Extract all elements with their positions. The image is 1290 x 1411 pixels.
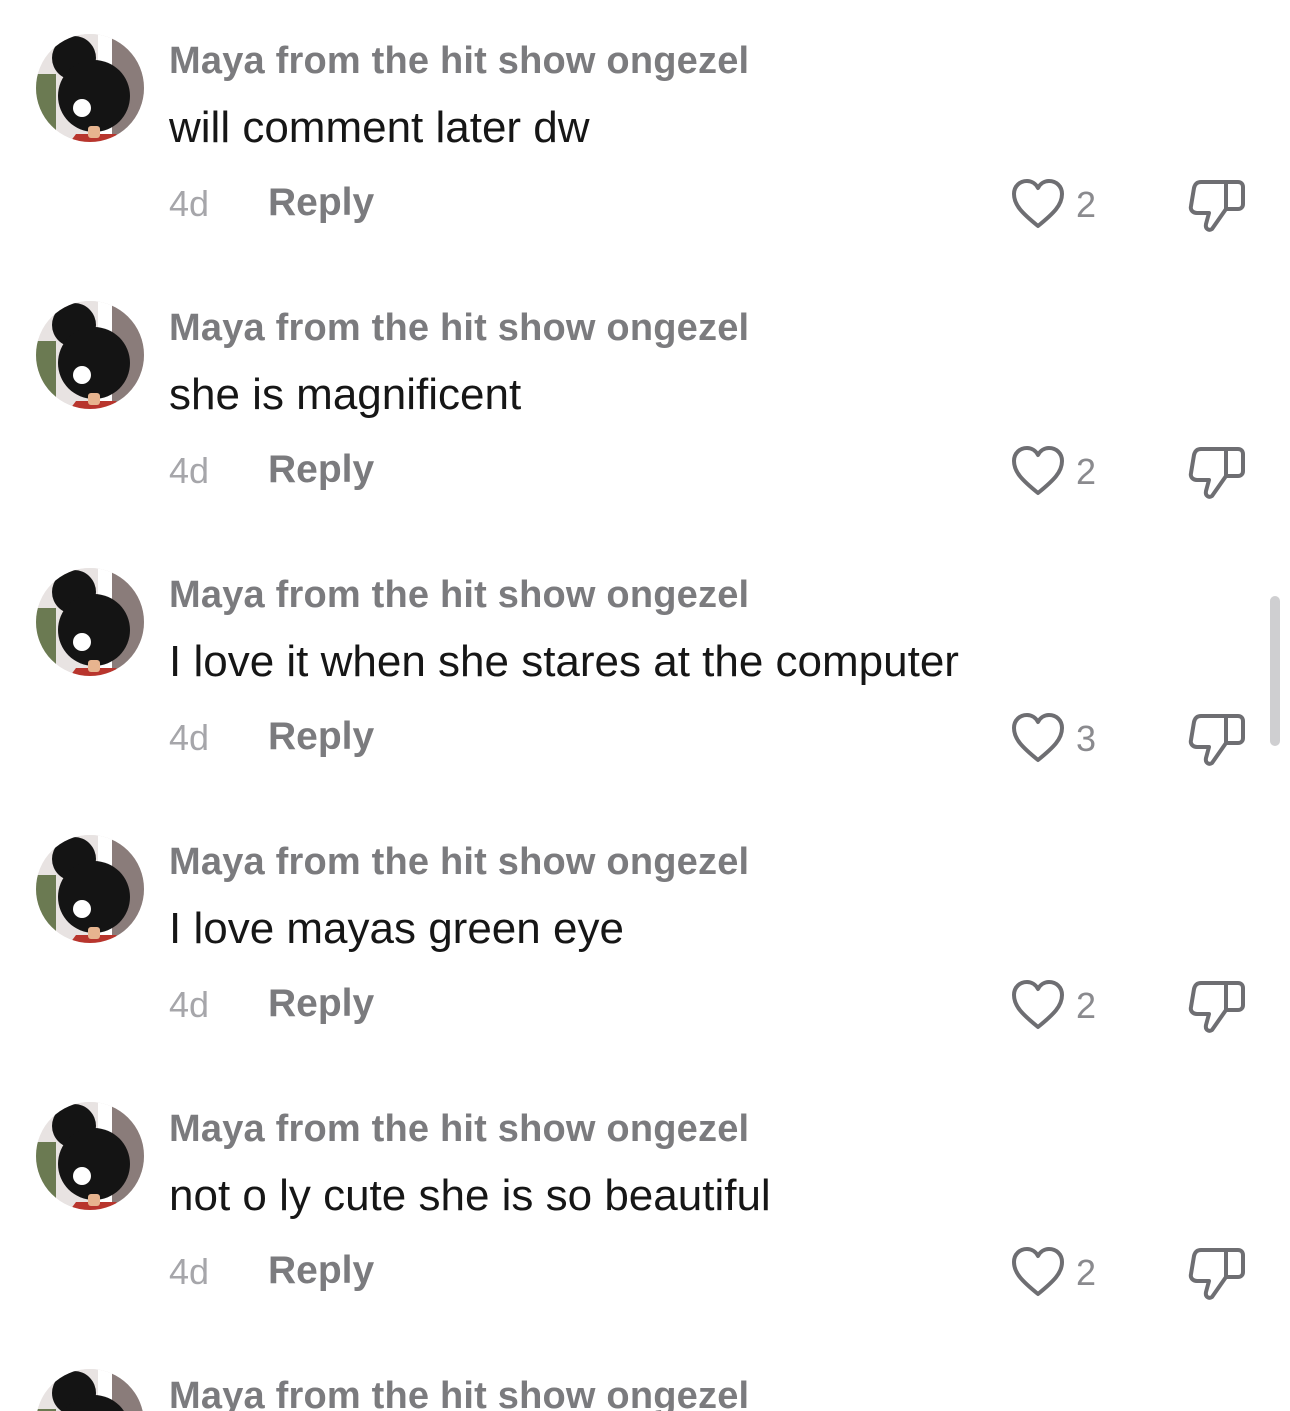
comment-item: Maya from the hit show ongezel not o ly …	[0, 1068, 1290, 1335]
avatar[interactable]	[36, 568, 144, 676]
avatar-image	[36, 1102, 144, 1210]
comment-item: Maya from the hit show ongezel will comm…	[0, 0, 1290, 267]
comment-timestamp: 4d	[169, 984, 210, 1025]
avatar[interactable]	[36, 835, 144, 943]
avatar-image	[36, 34, 144, 142]
comment-username[interactable]: Maya from the hit show ongezel	[169, 839, 749, 885]
reply-button[interactable]: Reply	[268, 180, 374, 226]
reply-button[interactable]: Reply	[268, 1248, 374, 1294]
like-button[interactable]	[1008, 977, 1068, 1033]
heart-outline-icon	[1012, 179, 1064, 228]
heart-outline-icon	[1012, 1247, 1064, 1296]
comment-timestamp: 4d	[169, 183, 210, 224]
avatar-image	[36, 835, 144, 943]
thumbs-down-outline-icon	[1188, 1248, 1245, 1300]
like-button[interactable]	[1008, 1244, 1068, 1300]
like-count: 2	[1076, 985, 1097, 1026]
dislike-button[interactable]	[1186, 975, 1248, 1037]
comment-item: Maya from the hit show ongezel	[0, 1335, 1290, 1411]
avatar-image	[36, 301, 144, 409]
heart-outline-icon	[1012, 980, 1064, 1029]
thumbs-down-outline-icon	[1188, 180, 1245, 232]
comment-text: I love it when she stares at the compute…	[169, 637, 959, 686]
heart-outline-icon	[1012, 446, 1064, 495]
comment-item: Maya from the hit show ongezel she is ma…	[0, 267, 1290, 534]
like-button[interactable]	[1008, 710, 1068, 766]
reply-button[interactable]: Reply	[268, 447, 374, 493]
comment-text: she is magnificent	[169, 370, 522, 419]
comment-item: Maya from the hit show ongezel I love it…	[0, 534, 1290, 801]
dislike-button[interactable]	[1186, 441, 1248, 503]
comment-username[interactable]: Maya from the hit show ongezel	[169, 305, 749, 351]
comment-username[interactable]: Maya from the hit show ongezel	[169, 572, 749, 618]
avatar[interactable]	[36, 1369, 144, 1411]
scrollbar[interactable]	[1270, 596, 1280, 746]
comment-username[interactable]: Maya from the hit show ongezel	[169, 1106, 749, 1152]
comment-text: not o ly cute she is so beautiful	[169, 1171, 771, 1220]
like-count: 2	[1076, 1252, 1097, 1293]
like-count: 3	[1076, 718, 1097, 759]
avatar[interactable]	[36, 301, 144, 409]
reply-button[interactable]: Reply	[268, 981, 374, 1027]
like-button[interactable]	[1008, 176, 1068, 232]
like-count: 2	[1076, 451, 1097, 492]
comment-username[interactable]: Maya from the hit show ongezel	[169, 1373, 749, 1411]
dislike-button[interactable]	[1186, 1242, 1248, 1304]
comment-text: I love mayas green eye	[169, 904, 624, 953]
comment-timestamp: 4d	[169, 1251, 210, 1292]
avatar-image	[36, 1369, 144, 1411]
heart-outline-icon	[1012, 713, 1064, 762]
thumbs-down-outline-icon	[1188, 447, 1245, 499]
avatar[interactable]	[36, 34, 144, 142]
avatar[interactable]	[36, 1102, 144, 1210]
comment-username[interactable]: Maya from the hit show ongezel	[169, 38, 749, 84]
reply-button[interactable]: Reply	[268, 714, 374, 760]
comment-text: will comment later dw	[169, 103, 590, 152]
avatar-image	[36, 568, 144, 676]
comment-item: Maya from the hit show ongezel I love ma…	[0, 801, 1290, 1068]
thumbs-down-outline-icon	[1188, 714, 1245, 766]
thumbs-down-outline-icon	[1188, 981, 1245, 1033]
like-button[interactable]	[1008, 443, 1068, 499]
comment-timestamp: 4d	[169, 450, 210, 491]
comment-timestamp: 4d	[169, 717, 210, 758]
like-count: 2	[1076, 184, 1097, 225]
dislike-button[interactable]	[1186, 174, 1248, 236]
dislike-button[interactable]	[1186, 708, 1248, 770]
comment-list: Maya from the hit show ongezel will comm…	[0, 0, 1290, 1411]
